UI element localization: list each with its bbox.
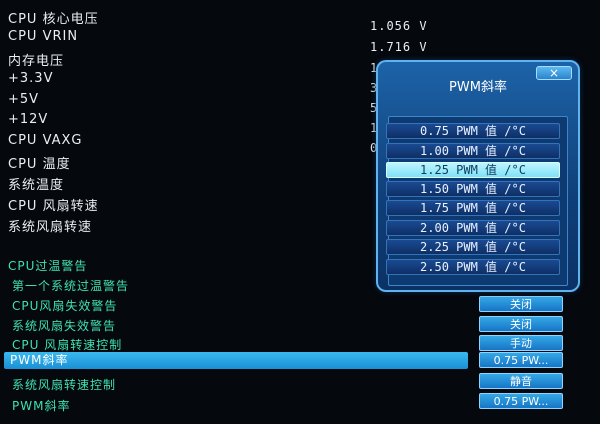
system-pwm-slope-value[interactable]: 0.75 PW... — [479, 393, 563, 409]
monitor-value-cpu-core-voltage: 1.056 V — [370, 19, 428, 33]
setting-system-fan-speed-control[interactable]: 系统风扇转速控制 — [12, 376, 116, 393]
selected-row-highlight[interactable] — [4, 352, 468, 369]
monitor-label-cpu-core-voltage: CPU 核心电压 — [8, 12, 99, 27]
option-0-75[interactable]: 0.75 PWM 值 /°C — [386, 123, 560, 139]
monitor-label-cpu-fan-speed: CPU 风扇转速 — [8, 199, 99, 214]
option-2-25[interactable]: 2.25 PWM 值 /°C — [386, 239, 560, 255]
setting-cpu-fan-failure-warning[interactable]: CPU风扇失效警告 — [12, 297, 117, 314]
setting-system-fan-failure-warning[interactable]: 系统风扇失效警告 — [12, 317, 116, 334]
popup-title: PWM斜率 — [449, 80, 507, 95]
setting-cpu-overheat-warning[interactable]: CPU过温警告 — [8, 257, 87, 274]
monitor-label-system-fan-speed: 系统风扇转速 — [8, 220, 93, 235]
pwm-slope-popup: × PWM斜率 0.75 PWM 值 /°C 1.00 PWM 值 /°C 1.… — [376, 60, 580, 292]
option-1-75[interactable]: 1.75 PWM 值 /°C — [386, 200, 560, 216]
option-1-00[interactable]: 1.00 PWM 值 /°C — [386, 143, 560, 159]
bios-hardware-monitor-screen: CPU 核心电压 1.056 V CPU VRIN 1.716 V 内存电压 1… — [0, 0, 600, 424]
cpu-pwm-slope-value[interactable]: 0.75 PW... — [479, 352, 563, 368]
cpu-fan-failure-warning-value[interactable]: 关闭 — [479, 296, 563, 312]
monitor-label-3v3: +3.3V — [8, 71, 54, 86]
monitor-label-cpu-temp: CPU 温度 — [8, 157, 71, 172]
monitor-label-memory-voltage: 内存电压 — [8, 54, 65, 69]
option-2-00[interactable]: 2.00 PWM 值 /°C — [386, 220, 560, 236]
setting-cpu-pwm-slope[interactable]: PWM斜率 — [10, 352, 68, 369]
monitor-value-cpu-vrin: 1.716 V — [370, 40, 428, 54]
setting-cpu-fan-speed-control[interactable]: CPU 风扇转速控制 — [12, 336, 122, 353]
system-fan-speed-control-value[interactable]: 静音 — [479, 373, 563, 389]
option-1-25-selected[interactable]: 1.25 PWM 值 /°C — [386, 162, 560, 178]
monitor-label-cpu-vaxg: CPU VAXG — [8, 133, 83, 148]
monitor-label-5v: +5V — [8, 92, 40, 107]
system-fan-failure-warning-value[interactable]: 关闭 — [479, 316, 563, 332]
option-2-50[interactable]: 2.50 PWM 值 /°C — [386, 259, 560, 275]
setting-system-overheat-warning[interactable]: 第一个系统过温警告 — [12, 277, 129, 294]
setting-system-pwm-slope[interactable]: PWM斜率 — [12, 397, 70, 414]
cpu-fan-speed-control-value[interactable]: 手动 — [479, 335, 563, 351]
monitor-label-system-temp: 系统温度 — [8, 178, 65, 193]
monitor-label-cpu-vrin: CPU VRIN — [8, 29, 79, 44]
option-1-50[interactable]: 1.50 PWM 值 /°C — [386, 181, 560, 197]
monitor-label-12v: +12V — [8, 112, 49, 127]
